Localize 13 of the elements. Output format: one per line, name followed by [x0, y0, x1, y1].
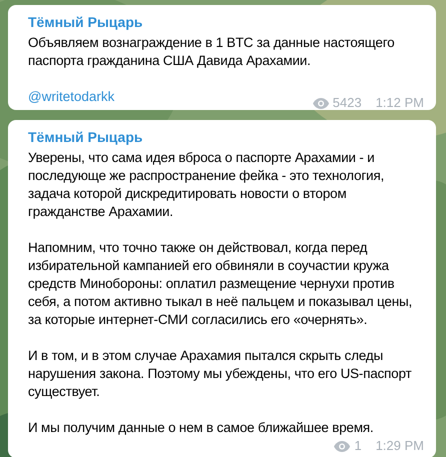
message-text: И мы получим данные о нем в самое ближайшее время. — [28, 419, 374, 437]
channel-link[interactable]: @writetodarkk — [28, 88, 114, 106]
author-name[interactable]: Тёмный Рыцарь — [28, 13, 143, 32]
message-text: И в том, и в этом случае Арахамия пытался скрыть следы нарушения закона. Поэтому мы убеждены, что его US-паспорт существует. — [28, 347, 412, 401]
view-count: 5423 — [332, 95, 362, 111]
message-text: Уверены, что сама идея вброса о паспорте Арахамии - и последующе же распространение фейка - это технология, задача которой дискредитировать новости о втором гражданстве Арахамии. — [28, 149, 386, 221]
view-count: 1 — [354, 438, 362, 454]
message-time: 1:12 PM — [376, 95, 424, 111]
eye-icon — [334, 440, 350, 452]
message-text: Напомним, что точно также он действовал, когда перед избирательной кампанией его обвиняли в соучастии кружа средств Минобороны: оплатил размещение чернухи против себя, а потом активно тыкал в неё пальцем и показывал цены, за которые интернет-СМИ согласились его «очернять». — [28, 239, 414, 329]
author-name[interactable]: Тёмный Рыцарь — [28, 128, 143, 147]
message-text: Объявляем вознаграждение в 1 BTC за данные настоящего паспорта гражданина США Давида Арахамии. — [28, 34, 396, 70]
message-time: 1:29 PM — [376, 438, 424, 454]
